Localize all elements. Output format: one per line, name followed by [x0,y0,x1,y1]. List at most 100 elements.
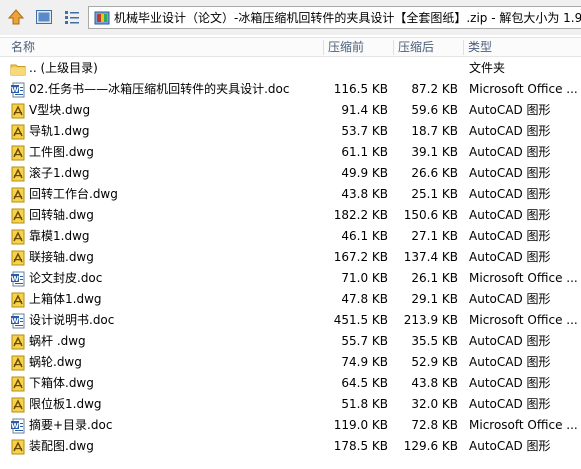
file-name-cell: 回转轴.dwg [10,205,323,226]
file-name: 装配图.dwg [29,439,94,453]
file-row[interactable]: W 论文封皮.doc 71.0 KB 26.1 KB Microsoft Office … [0,268,581,289]
file-name: 上箱体1.dwg [29,292,102,306]
address-bar[interactable]: 机械毕业设计（论文）-冰箱压缩机回转件的夹具设计【全套图纸】.zip - 解包大… [88,6,581,29]
file-size: 47.8 KB [341,292,388,306]
column-header-name[interactable]: 名称 [6,38,323,57]
file-size: 55.7 KB [341,334,388,348]
file-size: 167.2 KB [333,250,388,264]
file-row[interactable]: 导轨1.dwg 53.7 KB 18.7 KB AutoCAD 图形 [0,121,581,142]
file-size: 451.5 KB [333,313,388,327]
file-row[interactable]: 靠模1.dwg 46.1 KB 27.1 KB AutoCAD 图形 [0,226,581,247]
file-row[interactable]: V型块.dwg 91.4 KB 59.6 KB AutoCAD 图形 [0,100,581,121]
autocad-file-icon [11,208,25,223]
autocad-file-icon [11,376,25,391]
word-document-icon: W [11,271,25,286]
file-type: AutoCAD 图形 [469,397,551,411]
file-name-cell: .. (上级目录) [10,58,323,79]
file-row[interactable]: W 02.任务书——冰箱压缩机回转件的夹具设计.doc 116.5 KB 87.2 K… [0,79,581,100]
file-compressed-size: 32.0 KB [411,397,458,411]
column-header-type[interactable]: 类型 [463,38,581,57]
file-name: 蜗轮.dwg [29,355,82,369]
file-row[interactable]: 上箱体1.dwg 47.8 KB 29.1 KB AutoCAD 图形 [0,289,581,310]
file-type: AutoCAD 图形 [469,124,551,138]
up-folder-button[interactable] [6,7,26,27]
file-compressed-size: 29.1 KB [411,292,458,306]
file-compressed-size: 129.6 KB [403,439,458,453]
file-row[interactable]: 装配图.dwg 178.5 KB 129.6 KB AutoCAD 图形 [0,436,581,457]
file-name: V型块.dwg [29,103,91,117]
file-row[interactable]: 蜗杆 .dwg 55.7 KB 35.5 KB AutoCAD 图形 [0,331,581,352]
file-name-cell: 装配图.dwg [10,436,323,457]
column-header-size[interactable]: 压缩前 [323,38,393,57]
file-name-cell: W 论文封皮.doc [10,268,323,289]
file-size: 178.5 KB [333,439,388,453]
file-size: 116.5 KB [333,82,388,96]
column-header-compressed-size[interactable]: 压缩后 [393,38,463,57]
word-document-icon: W [11,82,25,97]
word-document-icon: W [11,313,25,328]
file-name-cell: V型块.dwg [10,100,323,121]
file-name: 滚子1.dwg [29,166,90,180]
file-row[interactable]: 下箱体.dwg 64.5 KB 43.8 KB AutoCAD 图形 [0,373,581,394]
file-row[interactable]: 蜗轮.dwg 74.9 KB 52.9 KB AutoCAD 图形 [0,352,581,373]
file-row[interactable]: W 摘要+目录.doc 119.0 KB 72.8 KB Microsoft Offic… [0,415,581,436]
file-row[interactable]: 回转工作台.dwg 43.8 KB 25.1 KB AutoCAD 图形 [0,184,581,205]
file-type: Microsoft Office ... [469,82,578,96]
file-compressed-size: 26.6 KB [411,166,458,180]
file-compressed-size: 25.1 KB [411,187,458,201]
file-name: 靠模1.dwg [29,229,90,243]
file-name-cell: 回转工作台.dwg [10,184,323,205]
file-type: AutoCAD 图形 [469,208,551,222]
details-view-icon [65,11,79,24]
file-type: AutoCAD 图形 [469,250,551,264]
file-row[interactable]: 工件图.dwg 61.1 KB 39.1 KB AutoCAD 图形 [0,142,581,163]
view-thumbnails-button[interactable] [34,7,54,27]
autocad-file-icon [11,355,25,370]
file-row[interactable]: 联接轴.dwg 167.2 KB 137.4 KB AutoCAD 图形 [0,247,581,268]
file-name: 回转轴.dwg [29,208,94,222]
file-size: 49.9 KB [341,166,388,180]
file-name: 论文封皮.doc [29,271,103,285]
file-name-cell: W 摘要+目录.doc [10,415,323,436]
file-compressed-size: 35.5 KB [411,334,458,348]
autocad-file-icon [11,439,25,454]
view-details-button[interactable] [62,7,82,27]
svg-text:W: W [11,317,19,325]
word-document-icon: W [11,418,25,433]
file-size [323,58,388,79]
file-name-cell: W 02.任务书——冰箱压缩机回转件的夹具设计.doc [10,79,323,100]
file-name-cell: 蜗杆 .dwg [10,331,323,352]
column-header: 名称 压缩前 压缩后 类型 [0,37,581,57]
file-name-cell: 滚子1.dwg [10,163,323,184]
file-size: 64.5 KB [341,376,388,390]
file-name-cell: 限位板1.dwg [10,394,323,415]
file-name: 02.任务书——冰箱压缩机回转件的夹具设计.doc [29,82,290,96]
file-row[interactable]: 限位板1.dwg 51.8 KB 32.0 KB AutoCAD 图形 [0,394,581,415]
file-row[interactable]: .. (上级目录) 文件夹 [0,58,581,79]
file-type: Microsoft Office ... [469,418,578,432]
file-type: AutoCAD 图形 [469,439,551,453]
file-row[interactable]: 滚子1.dwg 49.9 KB 26.6 KB AutoCAD 图形 [0,163,581,184]
toolbar: 机械毕业设计（论文）-冰箱压缩机回转件的夹具设计【全套图纸】.zip - 解包大… [0,0,581,35]
file-size: 182.2 KB [333,208,388,222]
file-compressed-size [393,58,458,79]
file-size: 74.9 KB [341,355,388,369]
file-row[interactable]: 回转轴.dwg 182.2 KB 150.6 KB AutoCAD 图形 [0,205,581,226]
file-type: Microsoft Office ... [469,313,578,327]
file-compressed-size: 72.8 KB [411,418,458,432]
file-type: AutoCAD 图形 [469,187,551,201]
file-name-cell: 靠模1.dwg [10,226,323,247]
file-row[interactable]: W 设计说明书.doc 451.5 KB 213.9 KB Microsoft Offi… [0,310,581,331]
file-size: 43.8 KB [341,187,388,201]
archive-icon [94,11,110,24]
file-type: AutoCAD 图形 [469,334,551,348]
file-compressed-size: 150.6 KB [403,208,458,222]
file-compressed-size: 39.1 KB [411,145,458,159]
svg-text:W: W [11,275,19,283]
autocad-file-icon [11,145,25,160]
autocad-file-icon [11,187,25,202]
file-compressed-size: 26.1 KB [411,271,458,285]
file-name: 设计说明书.doc [29,313,115,327]
file-name-cell: 蜗轮.dwg [10,352,323,373]
file-size: 61.1 KB [341,145,388,159]
